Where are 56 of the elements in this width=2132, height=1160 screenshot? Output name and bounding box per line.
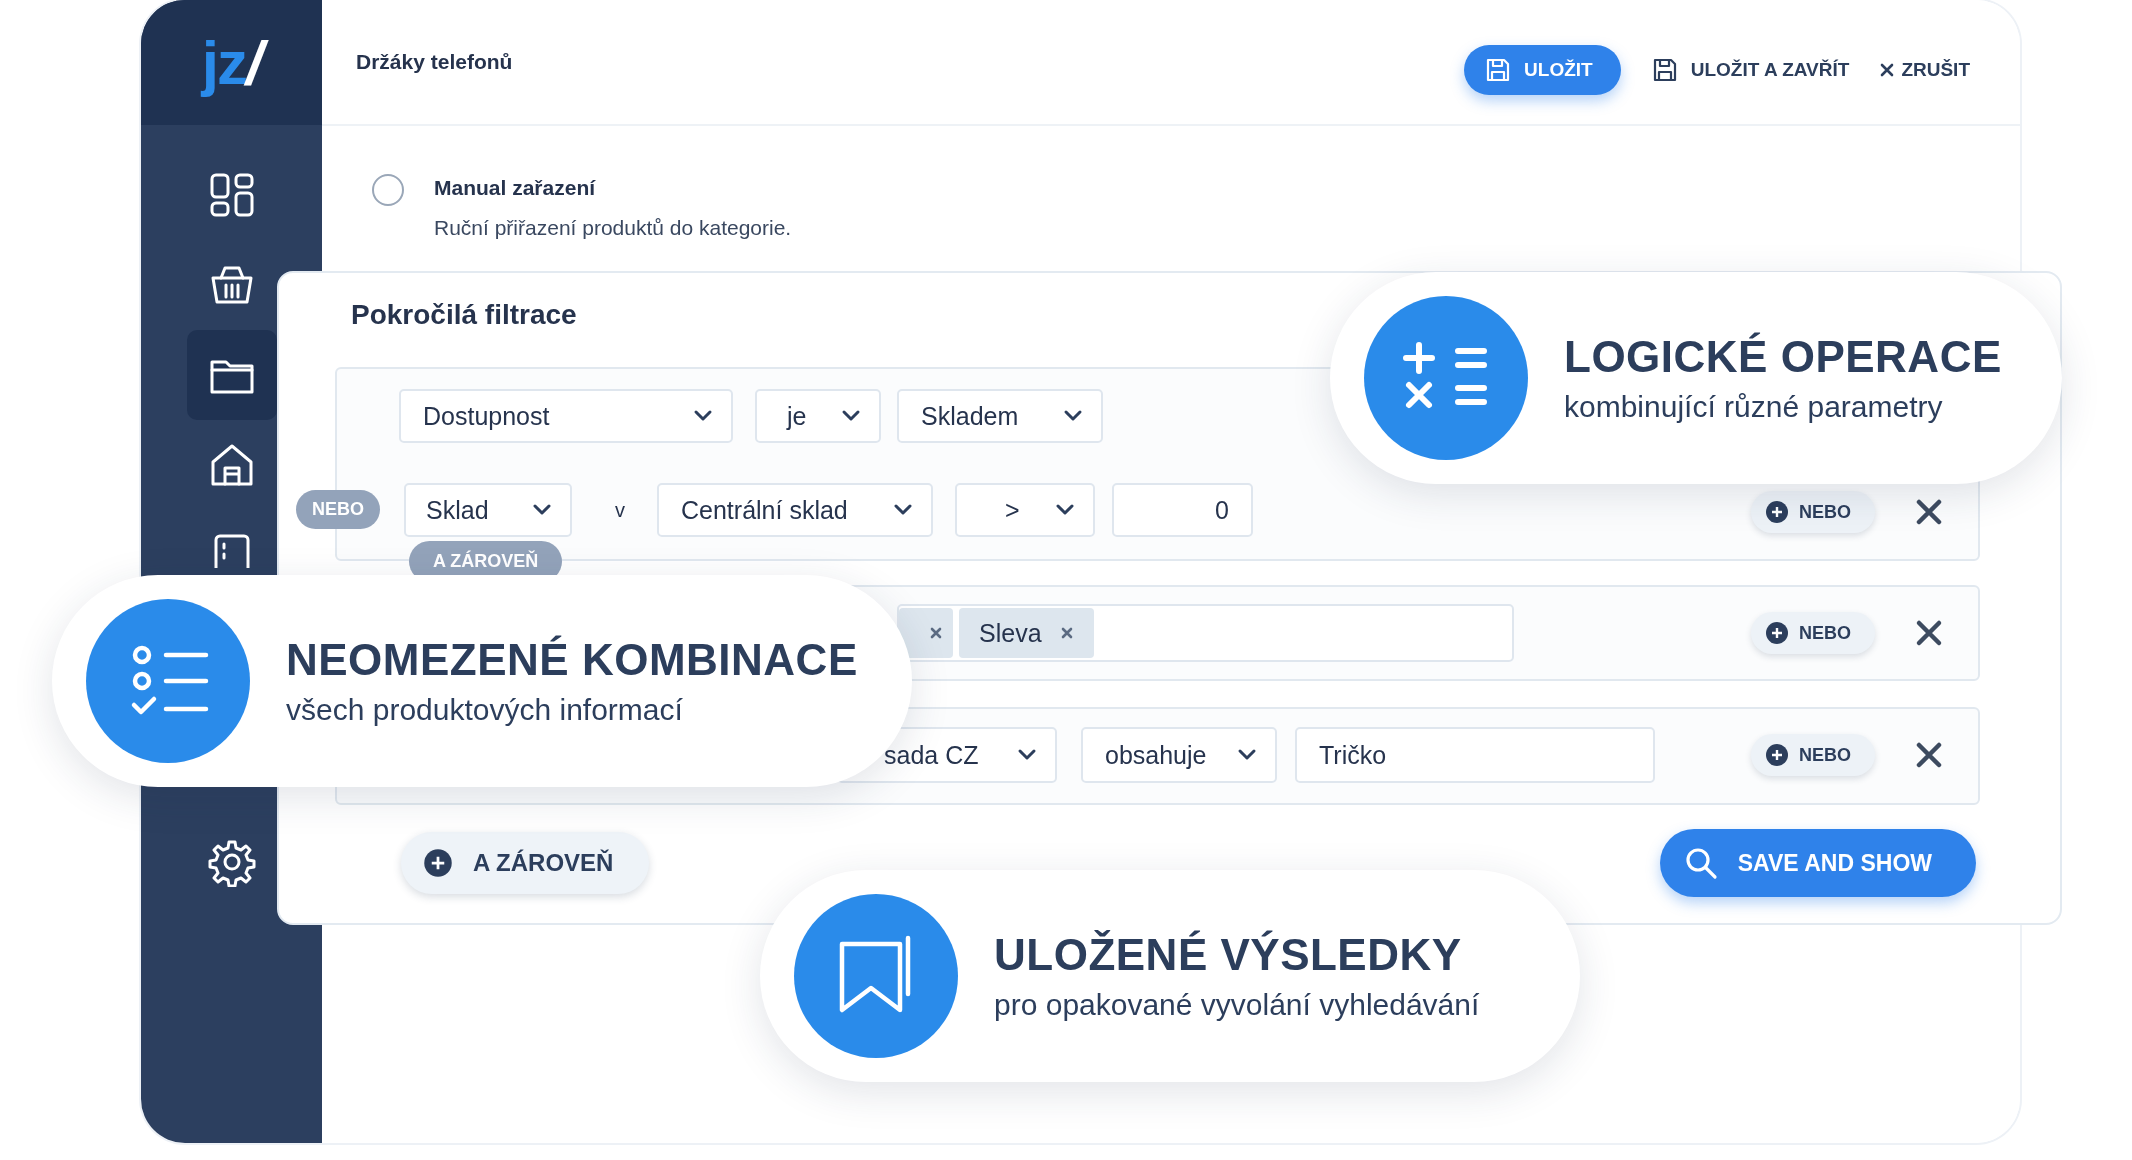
close-icon[interactable]	[1915, 498, 1943, 526]
bookmark-icon	[794, 894, 958, 1058]
close-icon[interactable]	[1915, 619, 1943, 647]
chevron-icon	[532, 503, 552, 517]
select-field[interactable]: Skladem	[897, 389, 1103, 443]
chevron-icon	[1017, 748, 1037, 762]
input-field[interactable]: Tričko	[1295, 727, 1655, 783]
select-field[interactable]: je	[755, 389, 881, 443]
chevron-icon	[841, 409, 861, 423]
plus-icon	[423, 848, 453, 878]
checklist-icon	[86, 599, 250, 763]
radio-button[interactable]	[372, 174, 404, 206]
input-field[interactable]: 0	[1112, 483, 1253, 537]
logo: jz/	[141, 0, 322, 125]
tag-field[interactable]: Sleva	[897, 604, 1514, 662]
plus-icon	[1765, 743, 1789, 767]
or-button[interactable]: NEBO	[1751, 491, 1875, 533]
callout-subtitle: všech produktových informací	[286, 693, 684, 727]
chevron-icon	[693, 409, 713, 423]
callout-subtitle: pro opakované vyvolání vyhledávání	[994, 988, 1480, 1022]
select-field[interactable]: Centrální sklad	[657, 483, 933, 537]
save-and-show-button[interactable]: SAVE AND SHOW	[1659, 829, 1976, 897]
close-icon	[1879, 62, 1896, 78]
chevron-icon	[1063, 409, 1083, 423]
callout-title: NEOMEZENÉ KOMBINACE	[286, 635, 858, 685]
close-icon[interactable]	[1915, 741, 1943, 769]
close-icon[interactable]	[1059, 626, 1074, 640]
option-title: Manual zařazení	[434, 176, 597, 200]
math-icon	[1364, 296, 1528, 460]
section-title: Pokročilá filtrace	[351, 299, 577, 332]
connector-label: v	[615, 498, 625, 522]
select-field[interactable]: >	[955, 483, 1095, 537]
or-badge: NEBO	[296, 490, 380, 529]
callout-subtitle: kombinující různé parametry	[1564, 390, 1944, 424]
save-button[interactable]: ULOŽIT	[1464, 45, 1621, 95]
page-title: Držáky telefonů	[356, 50, 513, 74]
select-field[interactable]: Dostupnost	[399, 389, 733, 443]
chevron-icon	[1055, 503, 1075, 517]
search-icon	[1683, 846, 1718, 880]
close-icon[interactable]	[929, 626, 943, 640]
option-description: Ruční přiřazení produktů do kategorie.	[434, 216, 792, 240]
or-button[interactable]: NEBO	[1751, 734, 1875, 776]
plus-icon	[1765, 500, 1789, 524]
chevron-icon	[1237, 748, 1257, 762]
chevron-icon	[893, 503, 913, 517]
select-field[interactable]: Sklad	[404, 483, 572, 537]
folder-icon[interactable]	[186, 330, 277, 420]
and-button[interactable]: A ZÁROVEŇ	[401, 832, 650, 894]
callout-title: ULOŽENÉ VÝSLEDKY	[994, 930, 1463, 980]
cancel-button[interactable]: ZRUŠIT	[1879, 59, 1970, 81]
tag-chip[interactable]: Sleva	[959, 608, 1094, 658]
plus-icon	[1765, 621, 1789, 645]
callout-title: LOGICKÉ OPERACE	[1564, 332, 2002, 382]
select-field[interactable]: obsahuje	[1081, 727, 1277, 783]
or-button[interactable]: NEBO	[1751, 612, 1875, 654]
save-close-button[interactable]: ULOŽIT A ZAVŘÍT	[1650, 56, 1850, 84]
